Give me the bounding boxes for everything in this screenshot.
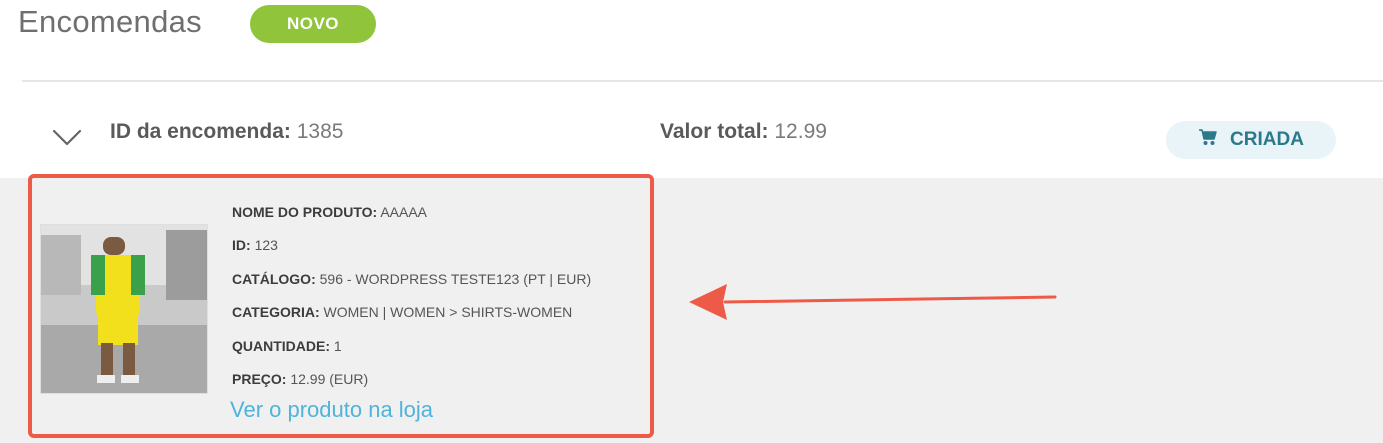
cart-icon <box>1198 128 1218 152</box>
status-badge: CRIADA <box>1166 121 1336 159</box>
order-total-value: 12.99 <box>774 120 827 143</box>
order-id-label: ID da encomenda: <box>110 120 291 143</box>
order-id-field: ID da encomenda: 1385 <box>110 120 343 144</box>
status-label: CRIADA <box>1230 129 1304 150</box>
new-order-button[interactable]: NOVO <box>250 5 376 43</box>
order-total-field: Valor total: 12.99 <box>660 120 827 144</box>
highlight-box <box>28 174 654 438</box>
order-total-label: Valor total: <box>660 120 769 143</box>
order-id-value: 1385 <box>296 120 344 143</box>
arrow-left-icon <box>685 280 1060 331</box>
chevron-down-icon[interactable] <box>52 127 82 149</box>
page-title: Encomendas <box>18 4 202 39</box>
